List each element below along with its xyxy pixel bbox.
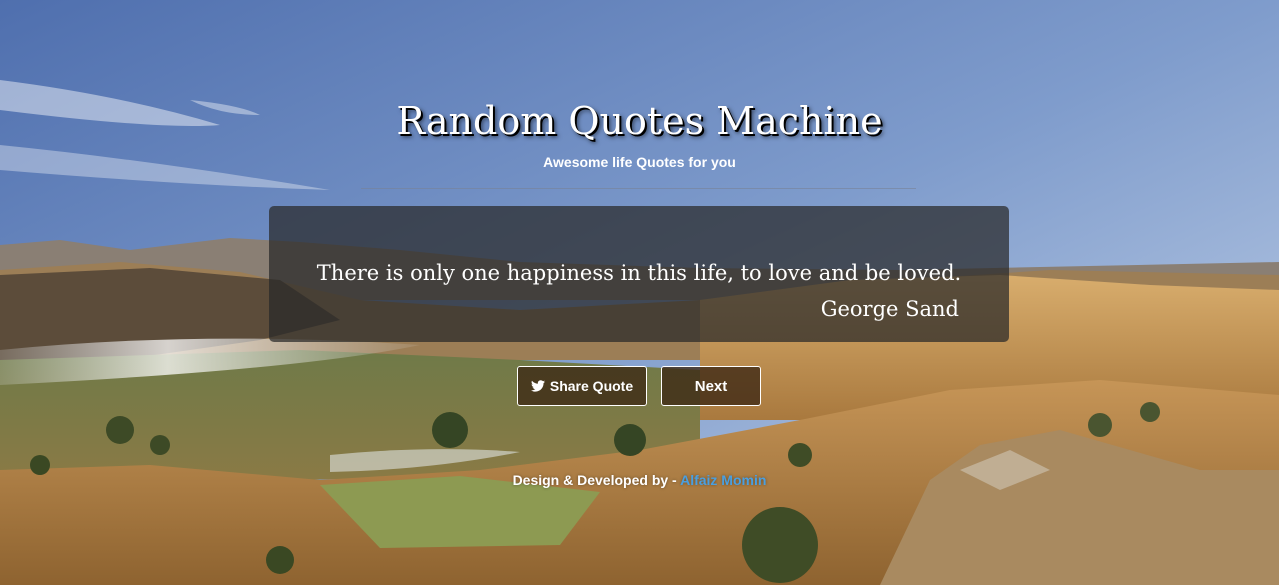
footer-credit: Design & Developed by - Alfaiz Momin	[0, 470, 1279, 490]
share-quote-label: Share Quote	[549, 378, 634, 394]
next-label: Next	[694, 377, 728, 395]
footer-credit-prefix: Design & Developed by -	[512, 472, 681, 488]
share-quote-button[interactable]: Share Quote	[517, 366, 647, 406]
next-button[interactable]: Next	[661, 366, 761, 406]
author-link[interactable]: Alfaiz Momin	[680, 472, 766, 488]
page-subtitle: Awesome life Quotes for you	[543, 154, 736, 170]
quote-author: George Sand	[820, 297, 959, 321]
twitter-icon	[530, 380, 545, 392]
quote-text: There is only one happiness in this life…	[316, 261, 962, 285]
quote-card: There is only one happiness in this life…	[269, 206, 1009, 342]
page-title: Random Quotes Machine	[396, 99, 883, 143]
header-divider	[361, 188, 916, 189]
